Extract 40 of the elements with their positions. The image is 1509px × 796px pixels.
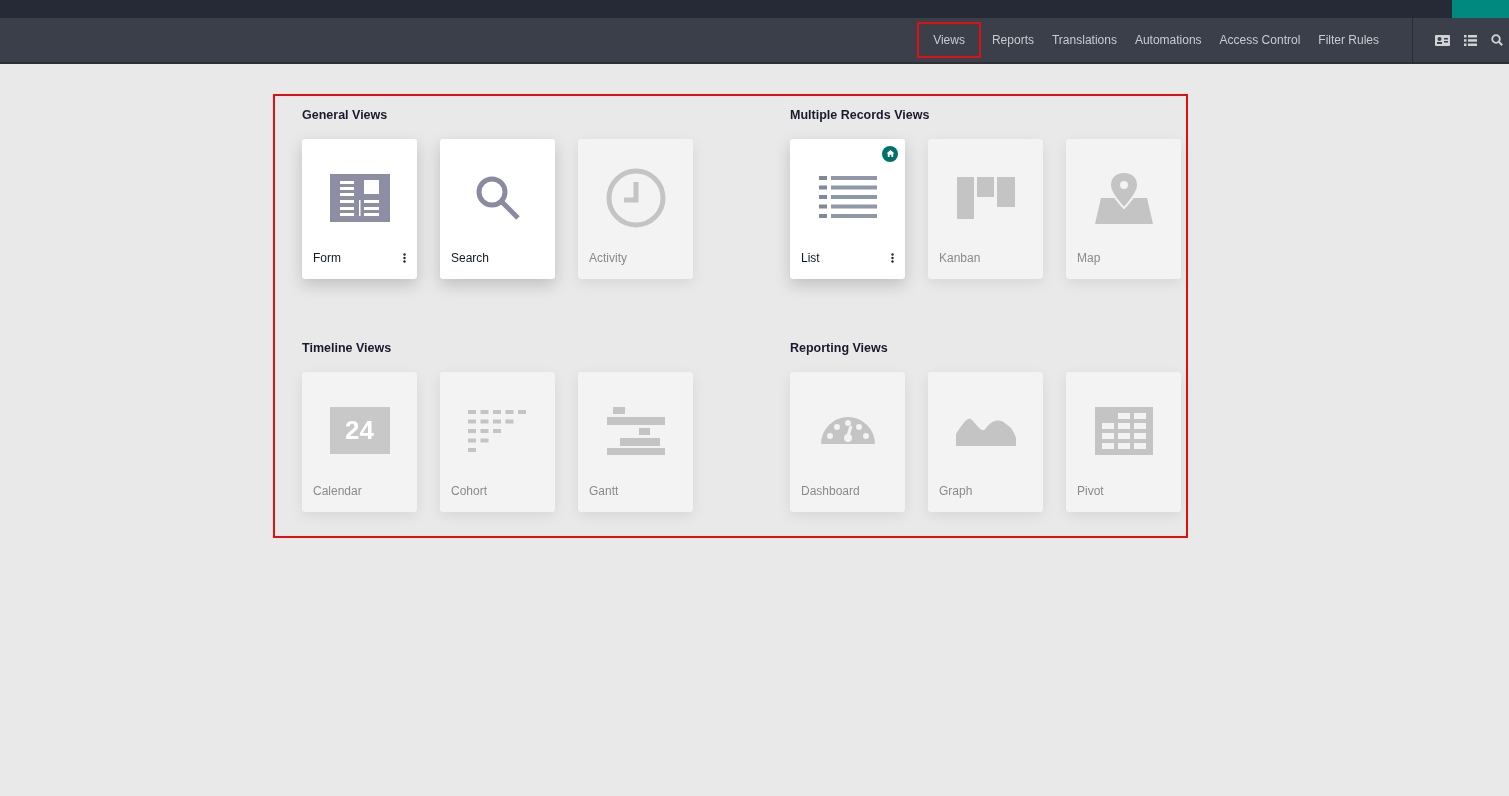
gantt-chart-icon	[606, 406, 665, 455]
search-icon[interactable]	[1491, 34, 1503, 46]
view-card-label: Search	[451, 249, 490, 267]
view-card-label: Gantt	[589, 482, 619, 500]
nav-tab[interactable]: Translations	[1043, 22, 1126, 58]
nav-tab[interactable]: Automations	[1125, 22, 1211, 58]
gauge-icon	[820, 417, 875, 445]
nav-tab[interactable]: Reports	[982, 22, 1043, 58]
view-card-label: Activity	[589, 249, 627, 267]
kebab-menu-icon[interactable]	[403, 252, 406, 263]
view-card-label: Kanban	[939, 249, 981, 267]
view-card-label: Calendar	[313, 482, 362, 500]
cohort-icon	[467, 409, 528, 452]
nav-tab[interactable]: Filter Rules	[1309, 22, 1388, 58]
view-card[interactable]: Search	[440, 138, 555, 279]
view-card-label: Dashboard	[801, 482, 860, 500]
kanban-icon	[956, 176, 1015, 219]
view-card-label: Graph	[939, 482, 973, 500]
list-view-icon[interactable]	[1464, 34, 1477, 46]
section-title: General Views	[302, 107, 389, 124]
section-title: Timeline Views	[302, 340, 393, 357]
view-card-label: Cohort	[451, 482, 488, 500]
kebab-menu-icon[interactable]	[891, 252, 894, 263]
view-card-label: Map	[1077, 249, 1101, 267]
nav-tab[interactable]: Access Control	[1210, 22, 1310, 58]
view-card[interactable]: List	[790, 138, 905, 279]
view-card-label: Form	[313, 249, 341, 267]
form-icon	[329, 173, 390, 222]
map-pin-icon	[1094, 171, 1153, 224]
list-icon	[818, 175, 877, 220]
view-card-label: List	[801, 249, 820, 267]
header-accent-block	[1452, 0, 1509, 18]
clock-icon	[605, 167, 666, 228]
contact-card-icon[interactable]	[1435, 34, 1450, 46]
view-card[interactable]: Form	[302, 138, 417, 279]
section-title: Multiple Records Views	[790, 107, 931, 124]
pivot-table-icon	[1094, 406, 1153, 455]
section-title: Reporting Views	[790, 340, 889, 357]
view-card-label: Pivot	[1077, 482, 1104, 500]
nav-tab[interactable]: Views	[917, 22, 981, 58]
